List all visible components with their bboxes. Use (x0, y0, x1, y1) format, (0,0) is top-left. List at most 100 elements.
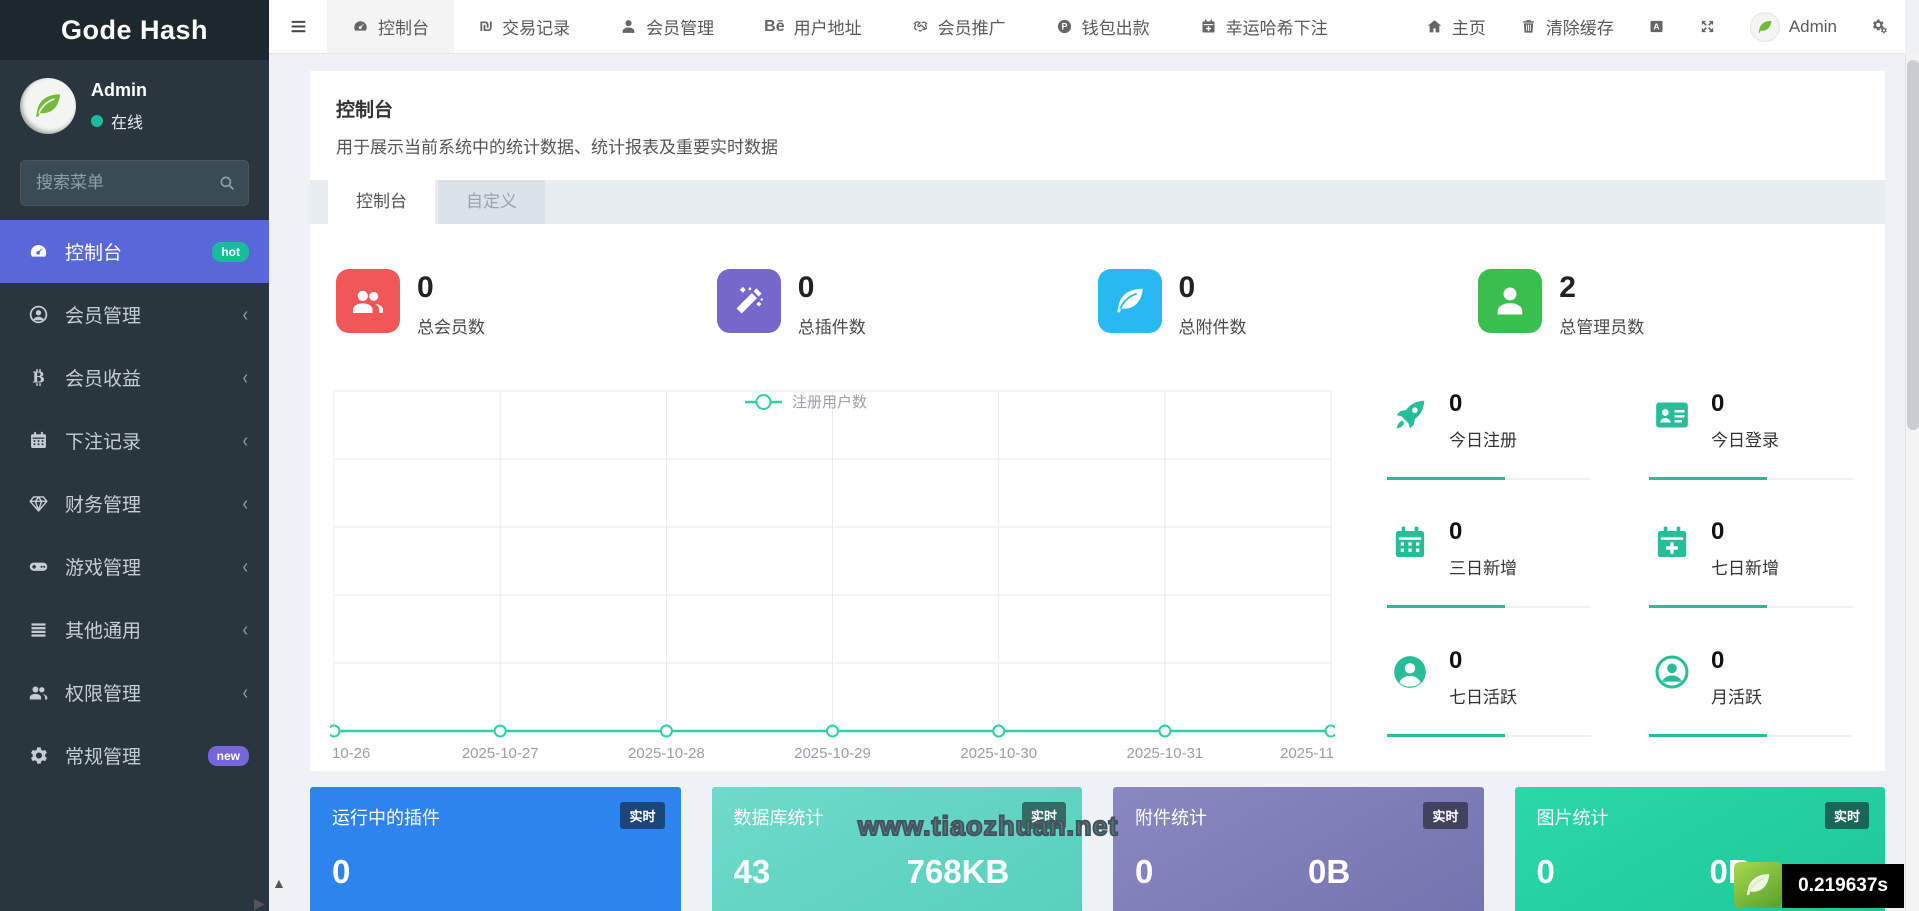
nav-tab-user-address[interactable]: Bē 用户地址 (739, 0, 886, 53)
stat-label: 总会员数 (417, 318, 485, 337)
chevron-left-icon: ‹ (242, 555, 249, 578)
user-status: 在线 (91, 109, 147, 133)
scrollbar-thumb[interactable] (1907, 60, 1919, 430)
sidebar-menu: 控制台 hot 会员管理 ‹ B 会员收益 ‹ 下注记录 ‹ 财务管理 ‹ 游戏… (0, 220, 269, 787)
expand-icon (1701, 20, 1713, 33)
cogs-icon (1872, 19, 1887, 34)
card-title: 数据库统计 (733, 808, 824, 828)
mini-label: 今日登录 (1711, 431, 1779, 450)
cogs-icon (30, 747, 47, 764)
nav-tab-member-promo[interactable]: 会员推广 (887, 0, 1031, 53)
mini-stat-today-registered: 0 今日注册 (1387, 386, 1591, 494)
chart-legend[interactable]: 注册用户数 (745, 394, 867, 411)
sidebar-item-general[interactable]: 常规管理 new (0, 724, 269, 787)
language-icon: A (1650, 20, 1663, 33)
stat-total-members: 0 总会员数 (336, 269, 717, 338)
sidebar-item-label: 财务管理 (65, 495, 142, 516)
mini-value: 0 (1449, 518, 1463, 546)
stat-icon-box-2 (1097, 269, 1162, 333)
vertical-scrollbar[interactable] (1905, 54, 1919, 911)
nav-tab-label: 钱包出款 (1081, 19, 1150, 38)
realtime-badge: 实时 (1021, 802, 1066, 829)
nav-tab-transactions[interactable]: ₪ 交易记录 (454, 0, 595, 53)
card-value: 0 (332, 853, 351, 890)
page-title: 控制台 (336, 100, 394, 121)
sidebar-item-label: 控制台 (65, 243, 123, 264)
app-root: Gode Hash Admin 在线 控制台 hot (0, 0, 1919, 911)
trace-time: 0.219637s (1782, 864, 1904, 908)
search-input[interactable] (20, 160, 249, 206)
avatar[interactable] (20, 78, 76, 134)
sidebar-item-earnings[interactable]: B 会员收益 ‹ (0, 346, 269, 409)
scroll-right-arrow-icon[interactable]: ▶ (254, 896, 265, 910)
chevron-left-icon: ‹ (242, 681, 249, 704)
sidebar-item-bet-records[interactable]: 下注记录 ‹ (0, 409, 269, 472)
clear-cache-button[interactable]: 清除缓存 (1503, 0, 1631, 53)
svg-text:P: P (1061, 22, 1067, 32)
stat-label: 总附件数 (1178, 318, 1247, 337)
mini-label: 三日新增 (1449, 559, 1517, 579)
stat-value: 0 (1178, 271, 1196, 304)
rocket-icon (1387, 392, 1433, 438)
user-circle-icon (29, 305, 48, 324)
stat-text: 0 总附件数 (1179, 269, 1247, 338)
panel-body: 0 总会员数 0 总插件数 0 总附件数 2 总管理员数 注册用户数 10-26… (310, 269, 1885, 771)
sidebar-item-label: 其他通用 (65, 621, 142, 642)
mini-value: 0 (1711, 518, 1725, 546)
realtime-badge: 实时 (620, 802, 665, 829)
stat-icon-box-0 (336, 269, 400, 333)
stat-label: 总管理员数 (1559, 318, 1645, 337)
calendar-plus-icon (1202, 19, 1215, 33)
mini-stat-7day-new: 0 七日新增 (1649, 514, 1853, 622)
trash-icon (1522, 20, 1534, 33)
card-title: 附件统计 (1135, 808, 1207, 828)
sidebar-item-dashboard[interactable]: 控制台 hot (0, 220, 269, 283)
users-icon (29, 686, 48, 700)
chevron-left-icon: ‹ (242, 429, 249, 452)
sidebar-item-misc[interactable]: 其他通用 ‹ (0, 598, 269, 661)
hamburger-menu-icon[interactable] (269, 0, 327, 53)
card-value: 0 (1135, 853, 1154, 890)
user-circle-outline-icon (1649, 649, 1695, 695)
svg-text:10-26: 10-26 (332, 745, 370, 762)
settings-button[interactable] (1854, 0, 1905, 53)
nav-tab-lucky-hash-bet[interactable]: 幸运哈希下注 (1175, 0, 1353, 53)
mini-stat-today-login: 0 今日登录 (1649, 386, 1853, 494)
trace-widget[interactable]: 0.219637s (1734, 862, 1904, 908)
sidebar-item-permissions[interactable]: 权限管理 ‹ (0, 661, 269, 724)
nav-tab-label: 控制台 (378, 19, 429, 38)
gem-icon (29, 496, 48, 512)
user-menu[interactable]: Admin (1733, 0, 1854, 53)
home-button[interactable]: 主页 (1409, 0, 1503, 53)
card-value-2: 768KB (906, 853, 1010, 890)
sidebar: Gode Hash Admin 在线 控制台 hot (0, 0, 269, 911)
nav-tab-wallet-payout[interactable]: P 钱包出款 (1031, 0, 1175, 53)
fullscreen-button[interactable] (1682, 0, 1733, 53)
calendar-icon (31, 431, 46, 448)
sidebar-item-label: 会员收益 (65, 369, 142, 390)
mini-value: 0 (1449, 646, 1463, 674)
language-button[interactable]: A (1631, 0, 1682, 53)
card-title: 图片统计 (1536, 808, 1609, 828)
nav-tab-members[interactable]: 会员管理 (595, 0, 739, 53)
sidebar-item-finance[interactable]: 财务管理 ‹ (0, 472, 269, 535)
top-navbar: 控制台 ₪ 交易记录 会员管理 Bē 用户地址 会员推广 P 钱包出款 幸运哈希… (269, 0, 1905, 54)
nav-tab-label: 交易记录 (502, 19, 571, 38)
home-label: 主页 (1451, 19, 1486, 38)
user-icon (1497, 287, 1523, 315)
tab-dashboard[interactable]: 控制台 (328, 180, 435, 224)
dashboard-panel: 控制台 用于展示当前系统中的统计数据、统计报表及重要实时数据 控制台 自定义 0 (310, 71, 1885, 771)
calendar-icon (1387, 520, 1433, 566)
mini-divider (1649, 477, 1853, 480)
stats-row: 0 总会员数 0 总插件数 0 总附件数 2 总管理员数 (330, 269, 1859, 338)
id-card-icon (1649, 392, 1695, 438)
scroll-up-arrow-icon[interactable]: ▲ (272, 876, 286, 890)
tab-custom[interactable]: 自定义 (438, 180, 545, 224)
thinkphp-leaf-icon (1734, 862, 1783, 908)
new-badge: new (207, 745, 249, 766)
sidebar-item-members[interactable]: 会员管理 ‹ (0, 283, 269, 346)
panel-heading: 控制台 用于展示当前系统中的统计数据、统计报表及重要实时数据 (310, 71, 1885, 180)
sidebar-item-games[interactable]: 游戏管理 ‹ (0, 535, 269, 598)
nav-tab-dashboard[interactable]: 控制台 (327, 0, 454, 53)
mini-stat-month-active: 0 月活跃 (1649, 643, 1853, 751)
